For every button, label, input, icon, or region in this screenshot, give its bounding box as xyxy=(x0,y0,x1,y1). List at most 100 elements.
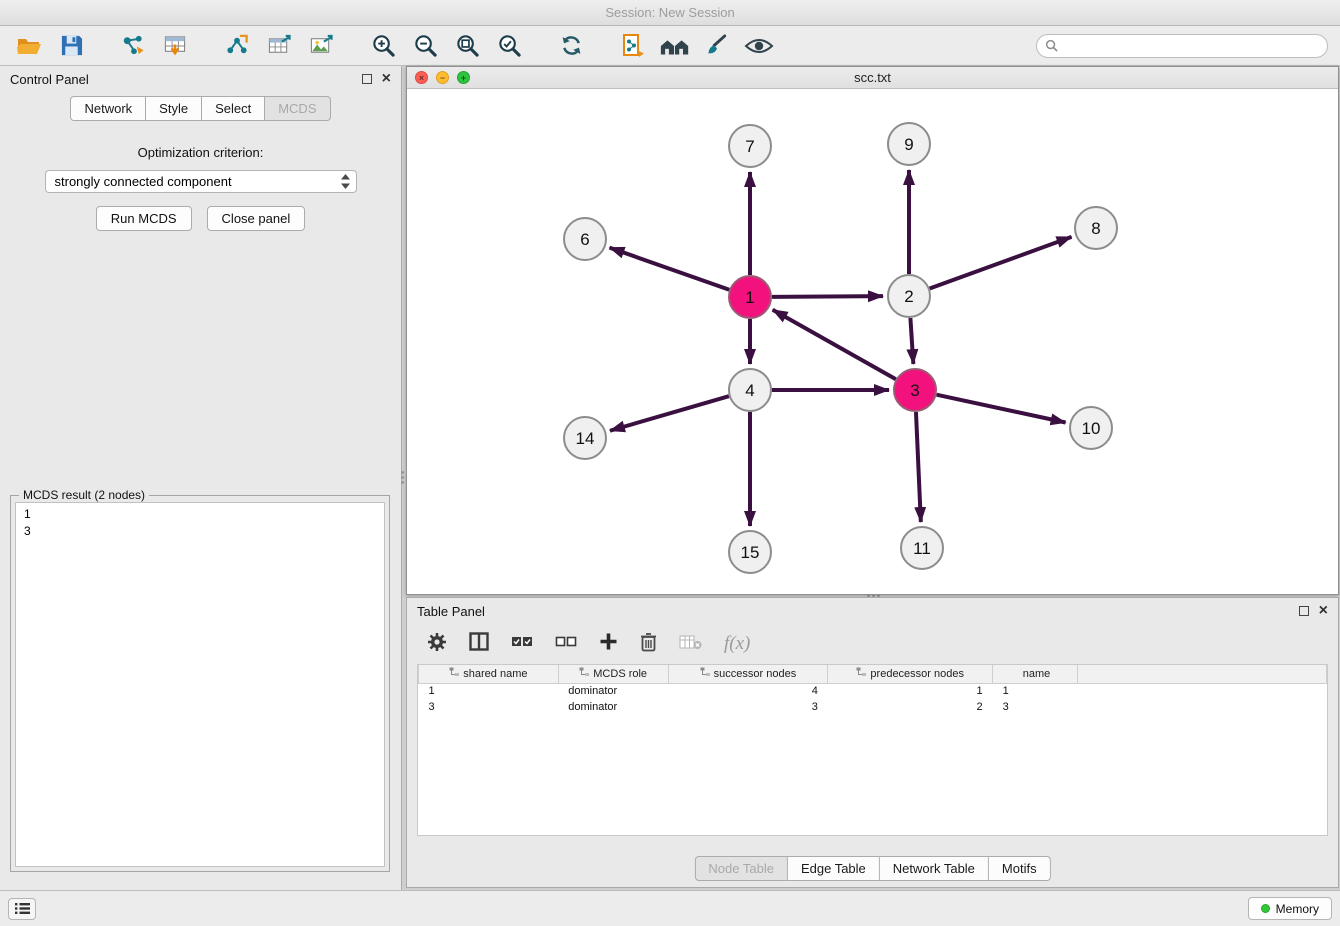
select-all-button[interactable] xyxy=(511,635,533,653)
tab-select[interactable]: Select xyxy=(202,96,265,121)
network-window-titlebar[interactable]: × − + scc.txt xyxy=(407,67,1338,89)
first-neighbors-button[interactable] xyxy=(658,31,692,61)
table-cell-filler xyxy=(1077,699,1326,715)
close-panel-button[interactable]: × xyxy=(382,74,391,84)
graph-node-15[interactable]: 15 xyxy=(729,531,771,573)
float-panel-button[interactable] xyxy=(362,74,372,84)
network-canvas[interactable]: 7 9 6 8 1 2 4 3 14 10 15 11 xyxy=(407,89,1338,594)
column-header[interactable]: shared name xyxy=(419,665,559,683)
network-window: × − + scc.txt 7 9 6 8 1 2 4 3 14 10 15 11 xyxy=(406,66,1339,595)
save-session-button[interactable] xyxy=(54,31,88,61)
refresh-icon xyxy=(559,33,584,58)
column-header[interactable]: MCDS role xyxy=(558,665,668,683)
column-header[interactable]: name xyxy=(993,665,1078,683)
zoom-fit-button[interactable] xyxy=(450,31,484,61)
graph-node-label: 8 xyxy=(1091,219,1100,238)
graph-edge-2-3[interactable] xyxy=(910,318,913,364)
graph-node-7[interactable]: 7 xyxy=(729,125,771,167)
function-builder-button[interactable]: f(x) xyxy=(724,633,750,655)
table-cell[interactable]: 3 xyxy=(993,699,1078,715)
column-header[interactable]: successor nodes xyxy=(668,665,828,683)
export-image-button[interactable] xyxy=(304,31,338,61)
table-cell[interactable]: 1 xyxy=(419,683,559,699)
graph-edge-3-11[interactable] xyxy=(916,412,921,522)
network-document-button[interactable] xyxy=(616,31,650,61)
close-window-button[interactable]: × xyxy=(415,71,428,84)
splitter-handle[interactable] xyxy=(399,466,405,488)
apply-style-button[interactable] xyxy=(700,31,734,61)
export-network-button[interactable] xyxy=(220,31,254,61)
tab-edge-table[interactable]: Edge Table xyxy=(788,856,880,881)
close-panel-pushbutton[interactable]: Close panel xyxy=(207,206,306,231)
show-columns-button[interactable] xyxy=(469,632,489,656)
table-row[interactable]: 3dominator323 xyxy=(419,699,1327,715)
zoom-selected-button[interactable] xyxy=(492,31,526,61)
import-network-button[interactable] xyxy=(116,31,150,61)
graph-edge-1-2[interactable] xyxy=(772,296,883,297)
graph-node-label: 1 xyxy=(745,288,754,307)
search-box[interactable] xyxy=(1036,34,1328,58)
show-hide-button[interactable] xyxy=(742,31,776,61)
graph-edge-1-6[interactable] xyxy=(610,248,730,290)
run-mcds-button[interactable]: Run MCDS xyxy=(96,206,192,231)
graph-node-2[interactable]: 2 xyxy=(888,275,930,317)
tab-motifs[interactable]: Motifs xyxy=(989,856,1051,881)
unselect-all-button[interactable] xyxy=(555,635,577,653)
table-cell[interactable]: 3 xyxy=(668,699,828,715)
graph-node-4[interactable]: 4 xyxy=(729,369,771,411)
graph-node-10[interactable]: 10 xyxy=(1070,407,1112,449)
column-sort-icon xyxy=(856,667,867,677)
table-settings-button[interactable] xyxy=(427,632,447,657)
delete-column-button[interactable] xyxy=(640,632,657,657)
graph-edge-4-14[interactable] xyxy=(610,396,729,431)
optimization-criterion-label: Optimization criterion: xyxy=(0,145,401,160)
table-cell[interactable]: 1 xyxy=(828,683,993,699)
open-session-button[interactable] xyxy=(12,31,46,61)
tab-network[interactable]: Network xyxy=(70,96,146,121)
zoom-out-button[interactable] xyxy=(408,31,442,61)
mcds-result-item[interactable]: 1 xyxy=(24,506,376,523)
graph-node-6[interactable]: 6 xyxy=(564,218,606,260)
table-cell[interactable]: 1 xyxy=(993,683,1078,699)
table-cell[interactable]: dominator xyxy=(558,699,668,715)
export-table-button[interactable] xyxy=(262,31,296,61)
delete-table-button[interactable] xyxy=(679,634,702,655)
task-history-button[interactable] xyxy=(8,898,36,920)
table-cell[interactable]: 4 xyxy=(668,683,828,699)
column-header[interactable]: predecessor nodes xyxy=(828,665,993,683)
table-panel-title: Table Panel xyxy=(417,604,485,619)
tab-style[interactable]: Style xyxy=(146,96,202,121)
tab-node-table[interactable]: Node Table xyxy=(694,856,788,881)
search-input[interactable] xyxy=(1063,39,1319,53)
tab-network-table[interactable]: Network Table xyxy=(880,856,989,881)
eye-icon xyxy=(744,36,774,56)
mcds-result-item[interactable]: 3 xyxy=(24,523,376,540)
minimize-window-button[interactable]: − xyxy=(436,71,449,84)
tab-mcds[interactable]: MCDS xyxy=(265,96,330,121)
apply-layout-button[interactable] xyxy=(554,31,588,61)
table-row[interactable]: 1dominator411 xyxy=(419,683,1327,699)
table-cell[interactable]: 2 xyxy=(828,699,993,715)
graph-node-11[interactable]: 11 xyxy=(901,527,943,569)
close-table-panel-button[interactable]: × xyxy=(1319,606,1328,616)
import-table-button[interactable] xyxy=(158,31,192,61)
float-table-panel-button[interactable] xyxy=(1299,606,1309,616)
graph-node-9[interactable]: 9 xyxy=(888,123,930,165)
graph-node-14[interactable]: 14 xyxy=(564,417,606,459)
table-cell[interactable]: dominator xyxy=(558,683,668,699)
graph-node-1[interactable]: 1 xyxy=(729,276,771,318)
criterion-dropdown[interactable]: strongly connected component xyxy=(45,170,357,193)
zoom-in-button[interactable] xyxy=(366,31,400,61)
column-sort-icon xyxy=(449,667,460,677)
maximize-window-button[interactable]: + xyxy=(457,71,470,84)
add-column-button[interactable] xyxy=(599,632,618,656)
graph-node-3[interactable]: 3 xyxy=(894,369,936,411)
graph-edge-3-1[interactable] xyxy=(773,310,896,379)
table-cell[interactable]: 3 xyxy=(419,699,559,715)
graph-edge-3-10[interactable] xyxy=(937,395,1066,423)
table-toolbar: f(x) xyxy=(407,624,1338,664)
mcds-result-list[interactable]: 13 xyxy=(15,502,385,867)
graph-node-8[interactable]: 8 xyxy=(1075,207,1117,249)
memory-button[interactable]: Memory xyxy=(1248,897,1332,920)
graph-edge-2-8[interactable] xyxy=(930,237,1072,289)
